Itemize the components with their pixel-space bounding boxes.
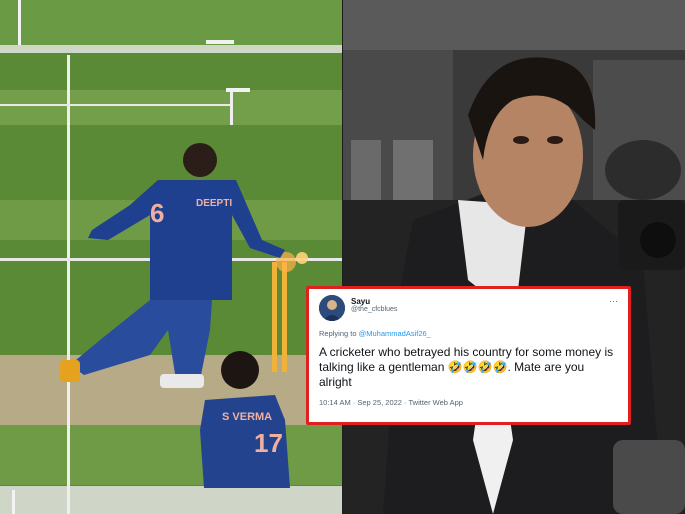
author-handle[interactable]: @the_cfcblues — [351, 306, 397, 314]
author-names: Sayu @the_cfcblues — [351, 295, 397, 314]
fielder-jersey-number: 17 — [254, 428, 283, 458]
cricket-pitch-illustration: DEEPTI 6 S VERMA 17 — [0, 0, 342, 514]
cricket-pitch-photo: DEEPTI 6 S VERMA 17 — [0, 0, 342, 514]
more-options-icon[interactable]: ··· — [609, 297, 618, 306]
author-display-name[interactable]: Sayu — [351, 297, 397, 306]
bowler-jersey-name: DEEPTI — [196, 198, 232, 209]
replying-to-line: Replying to @MuhammadAsif26_ — [319, 329, 618, 338]
avatar-image — [319, 295, 345, 321]
replying-to-label: Replying to — [319, 329, 359, 338]
tweet-header: Sayu @the_cfcblues ··· — [319, 295, 618, 325]
replying-to-mention[interactable]: @MuhammadAsif26_ — [359, 329, 431, 338]
tweet-text: A cricketer who betrayed his country for… — [319, 345, 614, 389]
press-interview-illustration — [343, 0, 685, 514]
user-avatar[interactable] — [319, 295, 345, 321]
press-interview-photo — [343, 0, 685, 514]
fielder-jersey-name: S VERMA — [222, 411, 272, 423]
tweet-timestamp[interactable]: 10:14 AM · Sep 25, 2022 · Twitter Web Ap… — [319, 398, 618, 407]
bowler-jersey-number: 6 — [150, 198, 164, 228]
image-collage: DEEPTI 6 S VERMA 17 Sayu @the_cfcblues ·… — [0, 0, 685, 514]
tweet-card[interactable]: Sayu @the_cfcblues ··· Replying to @Muha… — [306, 286, 631, 425]
